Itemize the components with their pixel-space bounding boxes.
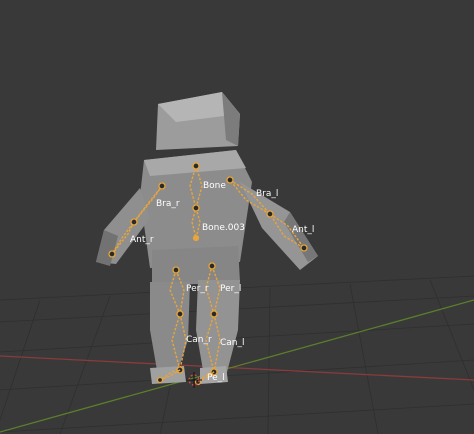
label-bone: Bone [203,181,226,191]
label-can-r: Can_r [186,335,212,345]
label-bra-r: Bra_r [156,199,180,209]
label-per-l: Per_l [220,284,241,294]
label-per-r: Per_r [186,284,209,294]
label-can-l: Can_l [220,338,245,348]
3d-viewport[interactable]: Bone Bone.003 Bra_r Bra_l Ant_r Ant_l Pe… [0,0,474,434]
label-bone-003: Bone.003 [202,223,245,233]
label-bra-l: Bra_l [256,189,278,199]
label-ant-l: Ant_l [292,225,314,235]
label-ant-r: Ant_r [130,235,154,245]
label-pe-l: Pe_l [207,373,225,383]
